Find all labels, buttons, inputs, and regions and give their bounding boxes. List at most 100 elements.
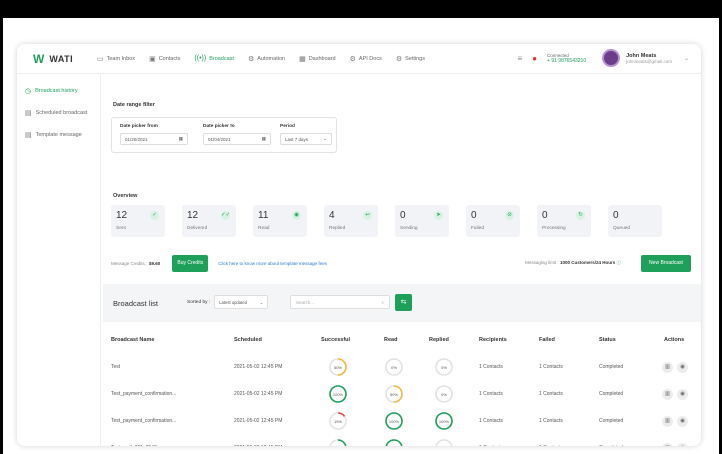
eye-icon[interactable]: ◉ (677, 389, 688, 400)
stats-icon[interactable]: ▥ (662, 416, 673, 427)
sidebar-item-scheduled-broadcast[interactable]: ▤ Scheduled broadcast (25, 107, 100, 119)
replied-progress-ring: 0% (435, 439, 453, 446)
stat-card-sending: 0 Sending ➤ (395, 205, 449, 237)
info-icon: ⓘ (616, 260, 622, 265)
ring-percent: 0% (441, 392, 447, 397)
stat-value: 11 (258, 210, 269, 221)
sidebar-item-broadcast-history[interactable]: ◷ Broadcast history (25, 85, 100, 97)
date-to-input[interactable]: 01/04/2021 ▦ (203, 133, 271, 145)
nav-label: Settings (405, 55, 425, 62)
nav-label: Automation (257, 55, 286, 62)
sidebar: ◷ Broadcast history ▤ Scheduled broadcast ▤ T… (17, 75, 101, 446)
eye-icon[interactable]: ◉ (677, 362, 688, 373)
history-icon: ◷ (25, 88, 32, 95)
new-broadcast-button[interactable]: New Broadcast (641, 254, 691, 272)
nav-item-dashboard[interactable]: ▦ Dashboard (299, 55, 336, 63)
stats-icon[interactable]: ▥ (662, 443, 673, 446)
messaging-limit: Messaging limit : 1000 Customers/24 Hour… (525, 260, 621, 266)
sidebar-item-label: Template message (35, 132, 82, 138)
period-label: Period (280, 124, 295, 129)
nav-label: Contacts (158, 55, 181, 62)
stat-value: 12 (116, 210, 128, 221)
calendar-icon: ▦ (261, 136, 266, 141)
connection-status: Connected + 91 9876543210 (547, 53, 586, 64)
reply-icon: ↩ (363, 211, 372, 220)
table-row: Test 2021-05-02 12:45 PM 50% 0% 0% 1 Contacts… (111, 355, 693, 382)
sidebar-item-template-message[interactable]: ▤ Template message (25, 129, 100, 141)
broadcast-icon: ((•)) (194, 55, 207, 62)
stat-value: 0 (613, 210, 619, 221)
stats-icon[interactable]: ▥ (662, 389, 673, 400)
stat-label: Replied (329, 226, 346, 231)
logo[interactable]: W WATI (33, 52, 97, 66)
cell-name: Test (111, 364, 121, 370)
stat-card-delivered: 12 Delivered ✓✓ (182, 205, 236, 237)
column-header: Recipients (479, 337, 507, 343)
limit-label: Messaging limit : (525, 260, 559, 265)
check-icon: ✓ (150, 211, 159, 220)
nav-item-api-docs[interactable]: ⚙ API Docs (350, 55, 382, 63)
table-row: Test_payment_confirmation... 2021-05-02 1… (111, 382, 693, 409)
stats-icon[interactable]: ▥ (662, 362, 673, 373)
chevron-down-icon[interactable]: ⌄ (684, 55, 689, 62)
eye-icon[interactable]: ◉ (677, 416, 688, 427)
user-info[interactable]: John Meats johnmeats@gmail.com (626, 53, 672, 64)
send-icon: ➤ (434, 211, 443, 220)
column-header: Replied (429, 337, 449, 343)
stat-card-queued: 0 Queued (608, 205, 662, 237)
page-background: W WATI ▭ Team Inbox ▣ Contacts ((•)) Broadcas… (3, 18, 719, 454)
search-placeholder: Search... (296, 299, 315, 305)
cell-failed: 1 Contacts (539, 364, 563, 370)
column-header: Broadcast Name (111, 337, 155, 343)
ring-percent: 100% (333, 392, 344, 397)
search-input[interactable]: Search... ⌕ (290, 295, 390, 309)
successful-progress-ring: 75% (329, 439, 347, 446)
nav-label: Dashboard (308, 55, 336, 62)
main-content: Date range filter Date picker from 01/20… (103, 75, 701, 446)
sidebar-item-label: Scheduled broadcast (35, 110, 88, 116)
avatar[interactable] (602, 49, 621, 67)
wati-logo-icon: W (33, 51, 45, 66)
read-progress-ring: 0% (385, 358, 403, 376)
nav-item-automation[interactable]: ⚙ Automation (248, 55, 285, 63)
stat-label: Sending (400, 226, 418, 231)
nav-label: API Docs (358, 55, 382, 62)
buy-credits-button[interactable]: Buy Credits (172, 254, 209, 272)
period-select: Period Last 7 days ⌄ (280, 124, 332, 145)
stat-value: 0 (400, 210, 406, 221)
top-navigation: W WATI ▭ Team Inbox ▣ Contacts ((•)) Broadcas… (17, 44, 701, 74)
sort-value: Latest updated (219, 299, 247, 305)
replied-progress-ring: 0% (435, 385, 453, 403)
credits-value: $9.60 (149, 260, 161, 266)
filter-button[interactable]: ⇆ (395, 294, 412, 311)
sort-dropdown[interactable]: Latest updated ⌄ (214, 295, 269, 309)
column-header: Actions (664, 337, 685, 343)
date-from-input[interactable]: 01/20/2021 ▦ (120, 133, 188, 145)
double-check-icon: ✓✓ (221, 211, 231, 220)
notification-icon[interactable]: ● (532, 54, 537, 63)
eye-icon[interactable]: ◉ (677, 443, 688, 446)
stat-card-failed: 0 Failed ⊘ (466, 205, 520, 237)
automation-icon: ⚙ (247, 55, 255, 63)
cell-failed: 1 Contacts (539, 445, 563, 446)
cell-name: Test_payment_confirmation... (111, 418, 177, 424)
contacts-icon: ▣ (149, 55, 156, 63)
sidebar-item-label: Broadcast history (35, 88, 78, 94)
stat-value: 12 (187, 210, 199, 221)
nav-item-team-inbox[interactable]: ▭ Team Inbox (97, 55, 135, 63)
topbar-right: ≡ ● Connected + 91 9876543210 John Meats… (518, 49, 689, 67)
filter-icon: ⇆ (400, 299, 407, 306)
template-fees-link[interactable]: Click here to know more about template m… (218, 261, 327, 266)
nav-item-settings[interactable]: ⚙ Settings (396, 55, 425, 63)
search-icon: ⌕ (381, 299, 384, 305)
menu-icon[interactable]: ≡ (518, 54, 523, 63)
brand-name: WATI (49, 53, 74, 64)
template-icon: ▤ (25, 132, 32, 139)
nav-item-broadcast[interactable]: ((•)) Broadcast (194, 55, 234, 62)
processing-icon: ↻ (576, 211, 585, 220)
period-dropdown[interactable]: Last 7 days ⌄ (280, 133, 332, 145)
cell-recipients: 1 Contacts (479, 391, 503, 397)
stat-value: 0 (471, 210, 477, 221)
nav-item-contacts[interactable]: ▣ Contacts (149, 55, 180, 63)
cell-recipients: 1 Contacts (479, 418, 503, 424)
